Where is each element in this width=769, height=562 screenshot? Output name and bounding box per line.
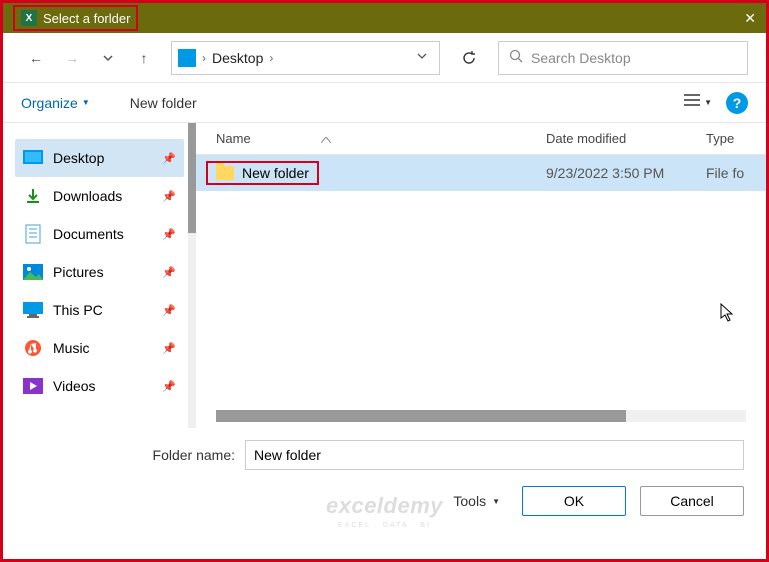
back-button[interactable]: ← — [21, 43, 51, 73]
sort-up-icon — [321, 131, 331, 146]
sidebar: Desktop 📌 Downloads 📌 Documents 📌 Pictur… — [3, 123, 188, 428]
folder-name-input[interactable] — [245, 440, 744, 470]
tools-button[interactable]: Tools ▼ — [445, 489, 508, 513]
horizontal-scrollbar[interactable] — [216, 410, 746, 422]
navbar: ← → ↑ › Desktop › — [3, 33, 766, 83]
cancel-button[interactable]: Cancel — [640, 486, 744, 516]
sidebar-item-label: Videos — [53, 378, 96, 394]
sidebar-item-label: Music — [53, 340, 90, 356]
chevron-down-icon: ▼ — [82, 98, 90, 107]
pin-icon[interactable]: 📌 — [162, 342, 176, 355]
window-title: Select a forlder — [43, 11, 130, 26]
folder-icon — [216, 166, 234, 180]
column-date[interactable]: Date modified — [546, 131, 706, 146]
ok-button[interactable]: OK — [522, 486, 626, 516]
document-icon — [23, 224, 43, 244]
forward-button[interactable]: → — [57, 43, 87, 73]
close-icon[interactable]: ✕ — [744, 10, 756, 27]
refresh-button[interactable] — [452, 41, 486, 75]
organize-label: Organize — [21, 95, 78, 111]
chevron-right-icon[interactable]: › — [202, 51, 206, 65]
sidebar-item-label: Pictures — [53, 264, 104, 280]
sidebar-item-thispc[interactable]: This PC 📌 — [15, 291, 184, 329]
folder-name-label: Folder name: — [25, 447, 235, 463]
sidebar-item-downloads[interactable]: Downloads 📌 — [15, 177, 184, 215]
organize-button[interactable]: Organize ▼ — [21, 95, 90, 111]
thispc-icon — [23, 300, 43, 320]
search-icon — [509, 49, 523, 66]
scrollbar-thumb[interactable] — [188, 123, 196, 233]
folder-name-row: Folder name: — [25, 440, 744, 470]
pin-icon[interactable]: 📌 — [162, 266, 176, 279]
column-headers: Name Date modified Type — [196, 123, 766, 155]
file-name-highlight: New folder — [206, 161, 319, 185]
pin-icon[interactable]: 📌 — [162, 304, 176, 317]
chevron-right-icon[interactable]: › — [269, 51, 273, 65]
list-view-icon — [684, 93, 700, 112]
toolbar: Organize ▼ New folder ▼ ? — [3, 83, 766, 123]
content-area: Desktop 📌 Downloads 📌 Documents 📌 Pictur… — [3, 123, 766, 428]
scrollbar-thumb[interactable] — [216, 410, 626, 422]
breadcrumb-location[interactable]: Desktop — [212, 50, 263, 66]
pin-icon[interactable]: 📌 — [162, 190, 176, 203]
file-date: 9/23/2022 3:50 PM — [546, 165, 706, 181]
videos-icon — [23, 376, 43, 396]
help-button[interactable]: ? — [726, 92, 748, 114]
sidebar-item-label: Desktop — [53, 150, 104, 166]
file-list-panel: Name Date modified Type New folder 9/23/… — [196, 123, 766, 428]
sidebar-item-documents[interactable]: Documents 📌 — [15, 215, 184, 253]
pin-icon[interactable]: 📌 — [162, 380, 176, 393]
desktop-icon — [23, 148, 43, 168]
sidebar-item-music[interactable]: Music 📌 — [15, 329, 184, 367]
mouse-cursor-icon — [720, 303, 736, 328]
file-name: New folder — [242, 165, 309, 181]
titlebar-left: X Select a forlder — [13, 5, 138, 31]
toolbar-right: ▼ ? — [684, 92, 748, 114]
column-name[interactable]: Name — [216, 131, 546, 146]
chevron-down-icon: ▼ — [704, 98, 712, 107]
location-icon — [178, 49, 196, 67]
sidebar-item-label: Documents — [53, 226, 124, 242]
download-icon — [23, 186, 43, 206]
recent-dropdown-icon[interactable] — [93, 43, 123, 73]
sidebar-item-videos[interactable]: Videos 📌 — [15, 367, 184, 405]
chevron-down-icon[interactable] — [411, 51, 433, 64]
excel-icon: X — [21, 10, 37, 26]
new-folder-button[interactable]: New folder — [130, 95, 197, 111]
pictures-icon — [23, 262, 43, 282]
music-icon — [23, 338, 43, 358]
up-button[interactable]: ↑ — [129, 43, 159, 73]
button-row: Tools ▼ OK Cancel — [25, 486, 744, 516]
column-type[interactable]: Type — [706, 131, 766, 146]
breadcrumb[interactable]: › Desktop › — [171, 41, 440, 75]
sidebar-item-label: This PC — [53, 302, 103, 318]
sidebar-scrollbar[interactable] — [188, 123, 196, 428]
bottom-panel: Folder name: Tools ▼ OK Cancel — [3, 428, 766, 532]
search-box[interactable] — [498, 41, 748, 75]
file-row[interactable]: New folder 9/23/2022 3:50 PM File fo — [196, 155, 766, 191]
sidebar-item-pictures[interactable]: Pictures 📌 — [15, 253, 184, 291]
file-type: File fo — [706, 165, 766, 181]
file-name-cell: New folder — [206, 161, 546, 185]
titlebar: X Select a forlder ✕ — [3, 3, 766, 33]
view-mode-button[interactable]: ▼ — [684, 93, 712, 112]
sidebar-item-desktop[interactable]: Desktop 📌 — [15, 139, 184, 177]
sidebar-item-label: Downloads — [53, 188, 122, 204]
chevron-down-icon: ▼ — [492, 497, 500, 506]
search-input[interactable] — [531, 50, 737, 66]
pin-icon[interactable]: 📌 — [162, 152, 176, 165]
pin-icon[interactable]: 📌 — [162, 228, 176, 241]
